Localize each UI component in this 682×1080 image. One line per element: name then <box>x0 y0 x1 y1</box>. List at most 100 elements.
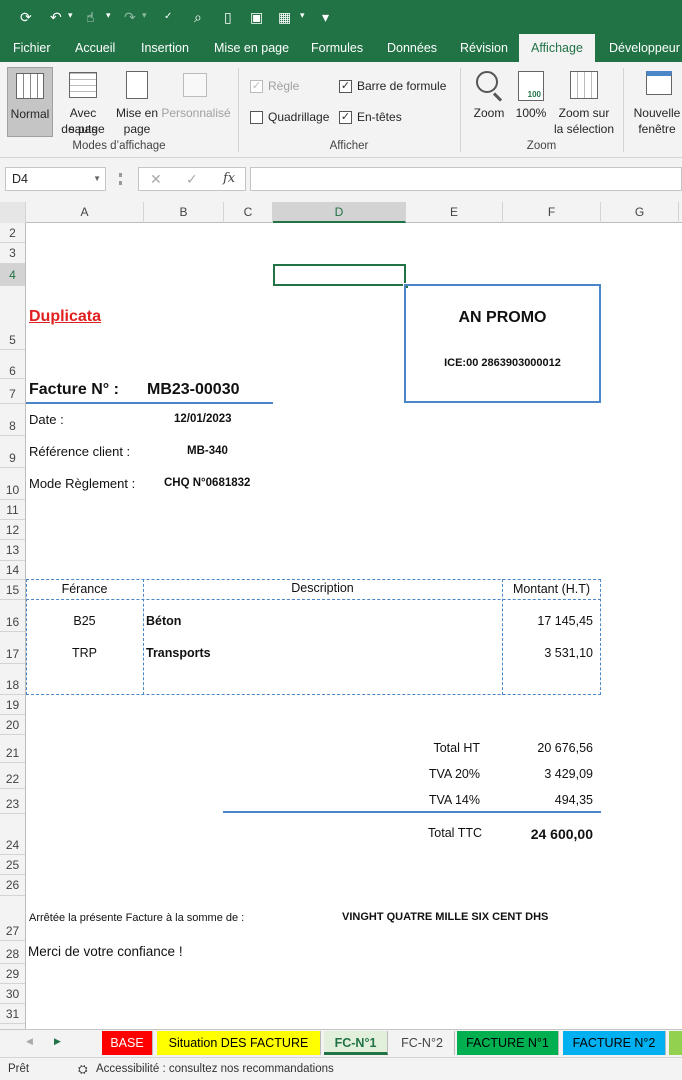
row-header[interactable]: 8 <box>0 404 25 436</box>
sheet-tab-situation[interactable]: Situation DES FACTURE <box>157 1031 321 1055</box>
new-window-button[interactable]: Nouvelle fenêtre <box>628 67 682 137</box>
chevron-down-icon[interactable]: ▼ <box>93 168 101 190</box>
cancel-icon[interactable]: ✕ <box>150 171 162 188</box>
sheet-tab-base[interactable]: BASE <box>102 1031 153 1055</box>
row-header[interactable]: 2 <box>0 223 25 243</box>
row-header[interactable]: 23 <box>0 789 25 814</box>
row-header[interactable]: 10 <box>0 468 25 500</box>
normal-view-button[interactable]: Normal <box>7 67 53 137</box>
new-file-icon[interactable]: ▯ <box>224 8 232 26</box>
row-header[interactable]: 30 <box>0 984 25 1004</box>
worksheet-grid[interactable]: Duplicata AN PROMO ICE:00 2863903000012 … <box>26 223 682 1029</box>
merci-text: Merci de votre confiance ! <box>28 944 183 959</box>
column-header-d[interactable]: D <box>273 202 406 223</box>
sheet-tab-facture-1[interactable]: FACTURE N°1 <box>457 1031 559 1055</box>
undo-icon[interactable]: ↶ <box>50 8 62 26</box>
more-dropdown-icon[interactable]: ▾ <box>300 10 305 21</box>
row-header[interactable]: 25 <box>0 855 25 875</box>
row-header[interactable]: 28 <box>0 941 25 964</box>
undo-dropdown-icon[interactable]: ▾ <box>68 10 73 21</box>
row-header[interactable]: 17 <box>0 632 25 664</box>
column-header-f[interactable]: F <box>503 202 601 223</box>
row-header[interactable]: 20 <box>0 715 25 735</box>
tab-developpeur[interactable]: Développeur <box>609 34 680 62</box>
item-amount: 3 531,10 <box>544 646 593 660</box>
row-header[interactable]: 24 <box>0 814 25 855</box>
row-header[interactable]: 29 <box>0 964 25 984</box>
column-header-a[interactable]: A <box>26 202 144 223</box>
zoom-100-button[interactable]: 100 100% <box>512 67 550 137</box>
row-header[interactable]: 12 <box>0 520 25 540</box>
formula-bar-checkbox[interactable]: ✓ <box>339 80 352 93</box>
tab-mise-en-page[interactable]: Mise en page <box>214 34 289 62</box>
sheet-tab-facture-2[interactable]: FACTURE N°2 <box>563 1031 666 1055</box>
facture-underline <box>26 402 273 404</box>
page-break-view-button[interactable]: Avec sauts de page <box>55 67 111 137</box>
insert-function-icon[interactable]: fx <box>223 171 235 186</box>
row-header[interactable]: 26 <box>0 875 25 896</box>
row-header[interactable]: 4 <box>0 264 25 286</box>
tab-fichier[interactable]: Fichier <box>13 34 51 62</box>
accessibility-status[interactable]: Accessibilité : consultez nos recommanda… <box>96 1058 334 1080</box>
zoom-selection-button[interactable]: Zoom sur la sélection <box>552 67 616 137</box>
row-header[interactable]: 3 <box>0 243 25 264</box>
status-ready: Prêt <box>8 1063 30 1075</box>
tab-affichage[interactable]: Affichage <box>519 34 595 62</box>
tab-formules[interactable]: Formules <box>311 34 363 62</box>
selected-cell-d4[interactable] <box>273 264 406 286</box>
gridlines-checkbox[interactable] <box>250 111 263 124</box>
redo-dropdown-icon[interactable]: ▾ <box>142 10 147 21</box>
accessibility-icon[interactable]: ⛭ <box>78 1058 88 1080</box>
ruler-checkbox[interactable]: ✓ <box>250 80 263 93</box>
touch-dropdown-icon[interactable]: ▾ <box>106 10 111 21</box>
name-box[interactable]: D4 ▼ <box>5 167 106 191</box>
row-header[interactable]: 21 <box>0 735 25 763</box>
enter-icon[interactable]: ✓ <box>186 171 198 188</box>
touch-mode-icon[interactable]: ☝ <box>86 8 95 26</box>
customize-qat-icon[interactable]: ▾ <box>322 8 329 26</box>
row-header[interactable]: 31 <box>0 1004 25 1024</box>
column-header-e[interactable]: E <box>406 202 503 223</box>
tab-revision[interactable]: Révision <box>460 34 508 62</box>
formula-input[interactable] <box>250 167 682 191</box>
scroll-right-icon[interactable]: ▶ <box>54 1036 61 1047</box>
row-header[interactable]: 9 <box>0 436 25 468</box>
column-header-g[interactable]: G <box>601 202 679 223</box>
tab-insertion[interactable]: Insertion <box>141 34 189 62</box>
tab-accueil[interactable]: Accueil <box>75 34 115 62</box>
camera-icon[interactable]: ▣ <box>250 8 263 26</box>
formula-bar-grip-icon <box>119 173 122 185</box>
table-col-divider <box>143 579 144 695</box>
redo-icon[interactable]: ↷ <box>124 8 136 26</box>
format-table-icon[interactable]: ▦ <box>278 8 291 26</box>
print-preview-icon[interactable]: ⌕ <box>194 8 202 26</box>
tab-donnees[interactable]: Données <box>387 34 437 62</box>
row-header[interactable]: 5 <box>0 286 25 350</box>
row-header[interactable]: 7 <box>0 379 25 404</box>
sheet-tab-fc-1[interactable]: FC-N°1 <box>324 1031 388 1055</box>
items-table <box>26 579 601 695</box>
row-header[interactable]: 27 <box>0 896 25 941</box>
row-header[interactable]: 19 <box>0 695 25 715</box>
scroll-left-icon[interactable]: ◀ <box>26 1036 33 1047</box>
custom-views-button[interactable]: Personnalisé <box>161 67 231 137</box>
spelling-icon[interactable]: ✓ <box>164 8 172 26</box>
select-all-corner[interactable] <box>0 202 26 223</box>
row-header[interactable]: 13 <box>0 540 25 561</box>
row-header[interactable]: 11 <box>0 500 25 520</box>
row-header[interactable]: 16 <box>0 600 25 632</box>
sheet-tab-fc-2[interactable]: FC-N°2 <box>390 1031 455 1055</box>
row-header[interactable]: 22 <box>0 763 25 789</box>
zoom-button[interactable]: Zoom <box>468 67 510 137</box>
headings-checkbox[interactable]: ✓ <box>339 111 352 124</box>
normal-view-icon <box>16 73 44 99</box>
page-layout-view-button[interactable]: Mise en page <box>114 67 160 137</box>
column-header-b[interactable]: B <box>144 202 224 223</box>
row-header[interactable]: 14 <box>0 561 25 580</box>
row-header[interactable]: 15 <box>0 580 25 600</box>
row-header[interactable]: 6 <box>0 350 25 379</box>
column-header-c[interactable]: C <box>224 202 273 223</box>
sheet-tab-overflow[interactable] <box>669 1031 682 1055</box>
autosave-icon[interactable]: ⟳ <box>20 8 32 26</box>
row-header[interactable]: 18 <box>0 664 25 695</box>
